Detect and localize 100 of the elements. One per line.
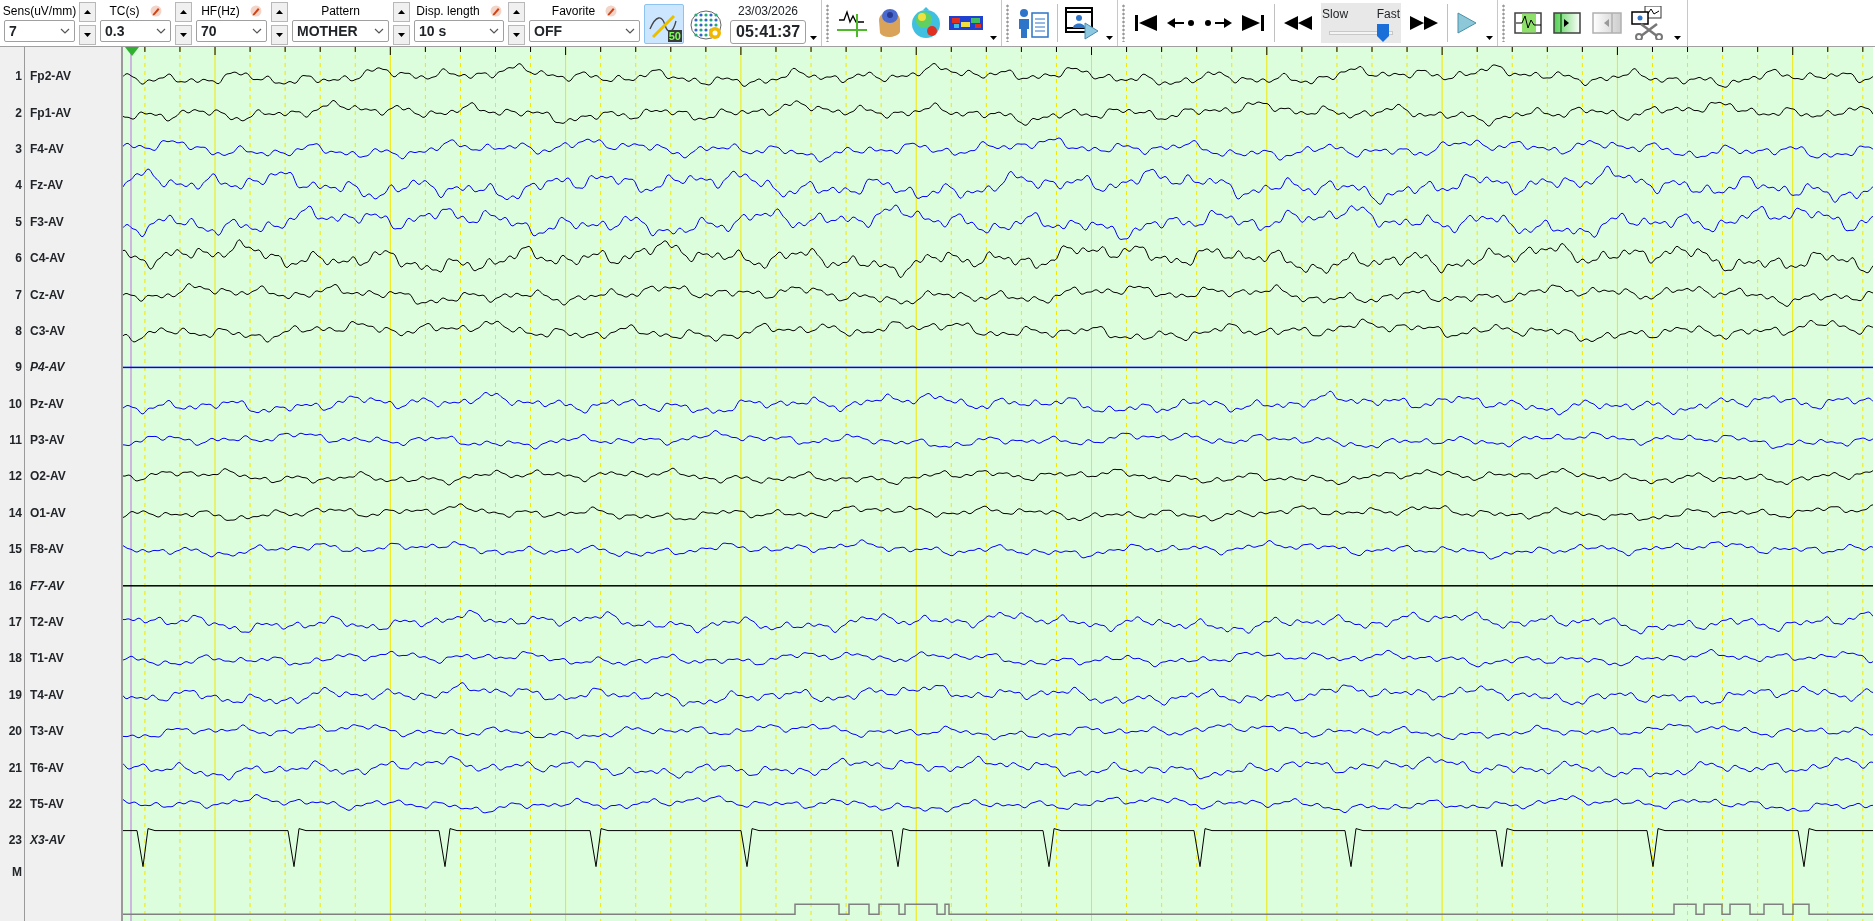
caret-icon[interactable] — [1486, 36, 1494, 40]
filter-badge: 50 — [667, 30, 682, 42]
channel-label[interactable]: T1-AV — [30, 649, 64, 668]
dropdown[interactable]: 0.3 — [100, 20, 171, 42]
channel-label[interactable]: F7-AV — [30, 576, 64, 595]
channel-number: 12 — [7, 468, 22, 486]
spin-up-button[interactable] — [271, 2, 288, 22]
up-arrow-icon — [84, 10, 91, 14]
caret-icon[interactable] — [990, 36, 998, 40]
channel-label[interactable]: F4-AV — [30, 139, 64, 158]
channel-number: 15 — [7, 541, 22, 559]
heatmap-icon[interactable] — [949, 16, 984, 30]
dropdown[interactable]: 70 — [196, 20, 267, 42]
spin-down-button[interactable] — [508, 25, 525, 45]
spin-up-button[interactable] — [175, 2, 192, 22]
notch-filter-button[interactable]: 50 — [644, 4, 684, 44]
field-label: Favorite — [551, 3, 596, 20]
spin-up-button[interactable] — [79, 2, 96, 22]
channel-label[interactable]: C4-AV — [30, 249, 66, 268]
caret-icon[interactable] — [810, 36, 818, 40]
down-arrow-icon — [513, 33, 520, 37]
fast-forward-icon[interactable] — [1410, 16, 1439, 30]
channel-label[interactable]: T3-AV — [30, 722, 64, 741]
topographic-map-icon[interactable] — [910, 7, 943, 39]
up-arrow-icon — [276, 10, 283, 14]
video-play-icon[interactable] — [1065, 6, 1100, 40]
channel-number: 4 — [14, 177, 22, 195]
video-scissors-icon[interactable] — [1631, 6, 1666, 40]
chevron-down-icon — [625, 28, 635, 34]
channel-label[interactable]: Pz-AV — [30, 394, 64, 413]
up-arrow-icon — [513, 10, 520, 14]
channel-number: 21 — [7, 759, 22, 777]
channel-label[interactable]: F8-AV — [30, 540, 64, 559]
dropdown[interactable]: OFF — [529, 20, 640, 42]
down-arrow-icon — [276, 33, 283, 37]
spin-down-button[interactable] — [393, 25, 410, 45]
channel-number: 1 — [14, 68, 22, 86]
field-label: Sens(uV/mm) — [2, 3, 77, 20]
head-gear-icon[interactable] — [688, 7, 722, 41]
chevron-down-icon — [252, 28, 262, 34]
channel-label[interactable]: Fp2-AV — [30, 67, 72, 86]
chevron-down-icon — [374, 28, 384, 34]
channel-label[interactable]: C3-AV — [30, 321, 66, 340]
channel-label[interactable]: X3-AV — [30, 831, 65, 850]
channel-number: 10 — [7, 395, 22, 413]
waveform-button[interactable] — [1514, 12, 1545, 34]
channel-label[interactable]: T2-AV — [30, 613, 64, 632]
dropdown[interactable]: 10 s — [414, 20, 504, 42]
channel-number: 3 — [14, 140, 22, 158]
dropdown[interactable]: MOTHER — [292, 20, 389, 42]
channel-number: 18 — [7, 650, 22, 668]
channel-number: 9 — [14, 359, 22, 377]
channel-label[interactable]: O1-AV — [30, 503, 66, 522]
caret-icon[interactable] — [1106, 36, 1114, 40]
field-label: Pattern — [321, 3, 360, 20]
channel-label[interactable]: T5-AV — [30, 795, 64, 813]
down-arrow-icon — [398, 33, 405, 37]
channel-number: 17 — [7, 614, 22, 632]
speed-label: Fast — [1376, 6, 1401, 23]
field-label: Disp. length — [416, 3, 480, 20]
play-clip-button[interactable] — [1553, 12, 1584, 34]
channel-number: 22 — [7, 796, 22, 813]
dropdown[interactable]: 7 — [4, 20, 75, 42]
play-icon[interactable] — [1457, 12, 1478, 34]
field-label: HF(Hz) — [201, 3, 240, 20]
chevron-down-icon — [60, 28, 70, 34]
channel-label[interactable]: T4-AV — [30, 685, 64, 704]
waveform-icon[interactable] — [836, 8, 869, 38]
skip-start-icon[interactable] — [1134, 13, 1159, 33]
caret-icon[interactable] — [1674, 36, 1682, 40]
time-display: 05:41:37 — [730, 20, 807, 44]
spin-up-button[interactable] — [393, 2, 410, 22]
channel-label[interactable]: O2-AV — [30, 467, 66, 486]
speed-label: Slow — [1322, 6, 1349, 23]
down-arrow-icon — [84, 33, 91, 37]
spin-down-button[interactable] — [79, 25, 96, 45]
slider-thumb[interactable] — [1376, 24, 1389, 42]
up-arrow-icon — [180, 10, 187, 14]
spin-up-button[interactable] — [508, 2, 525, 22]
channel-number: 6 — [14, 250, 22, 268]
chevron-down-icon — [156, 28, 166, 34]
channel-label[interactable]: F3-AV — [30, 212, 64, 231]
channel-label[interactable]: P4-AV — [30, 358, 65, 377]
step-back-icon[interactable] — [1167, 17, 1196, 29]
channel-label[interactable]: Cz-AV — [30, 285, 65, 304]
spin-down-button[interactable] — [175, 25, 192, 45]
channel-label[interactable]: T6-AV — [30, 758, 64, 777]
step-forward-icon[interactable] — [1204, 17, 1233, 29]
channel-number: 23 — [7, 832, 22, 850]
channel-label[interactable]: Fz-AV — [30, 176, 64, 195]
rewind-icon[interactable] — [1284, 16, 1313, 30]
person-document-icon[interactable] — [1016, 7, 1051, 39]
skip-end-icon[interactable] — [1241, 13, 1266, 33]
channel-label[interactable]: Fp1-AV — [30, 103, 72, 122]
date-label: 23/03/2026 — [738, 3, 799, 20]
channel-number: 11 — [8, 432, 22, 450]
up-arrow-icon — [398, 10, 405, 14]
channel-number: 5 — [14, 213, 22, 231]
channel-label[interactable]: P3-AV — [30, 431, 65, 450]
spin-down-button[interactable] — [271, 25, 288, 45]
